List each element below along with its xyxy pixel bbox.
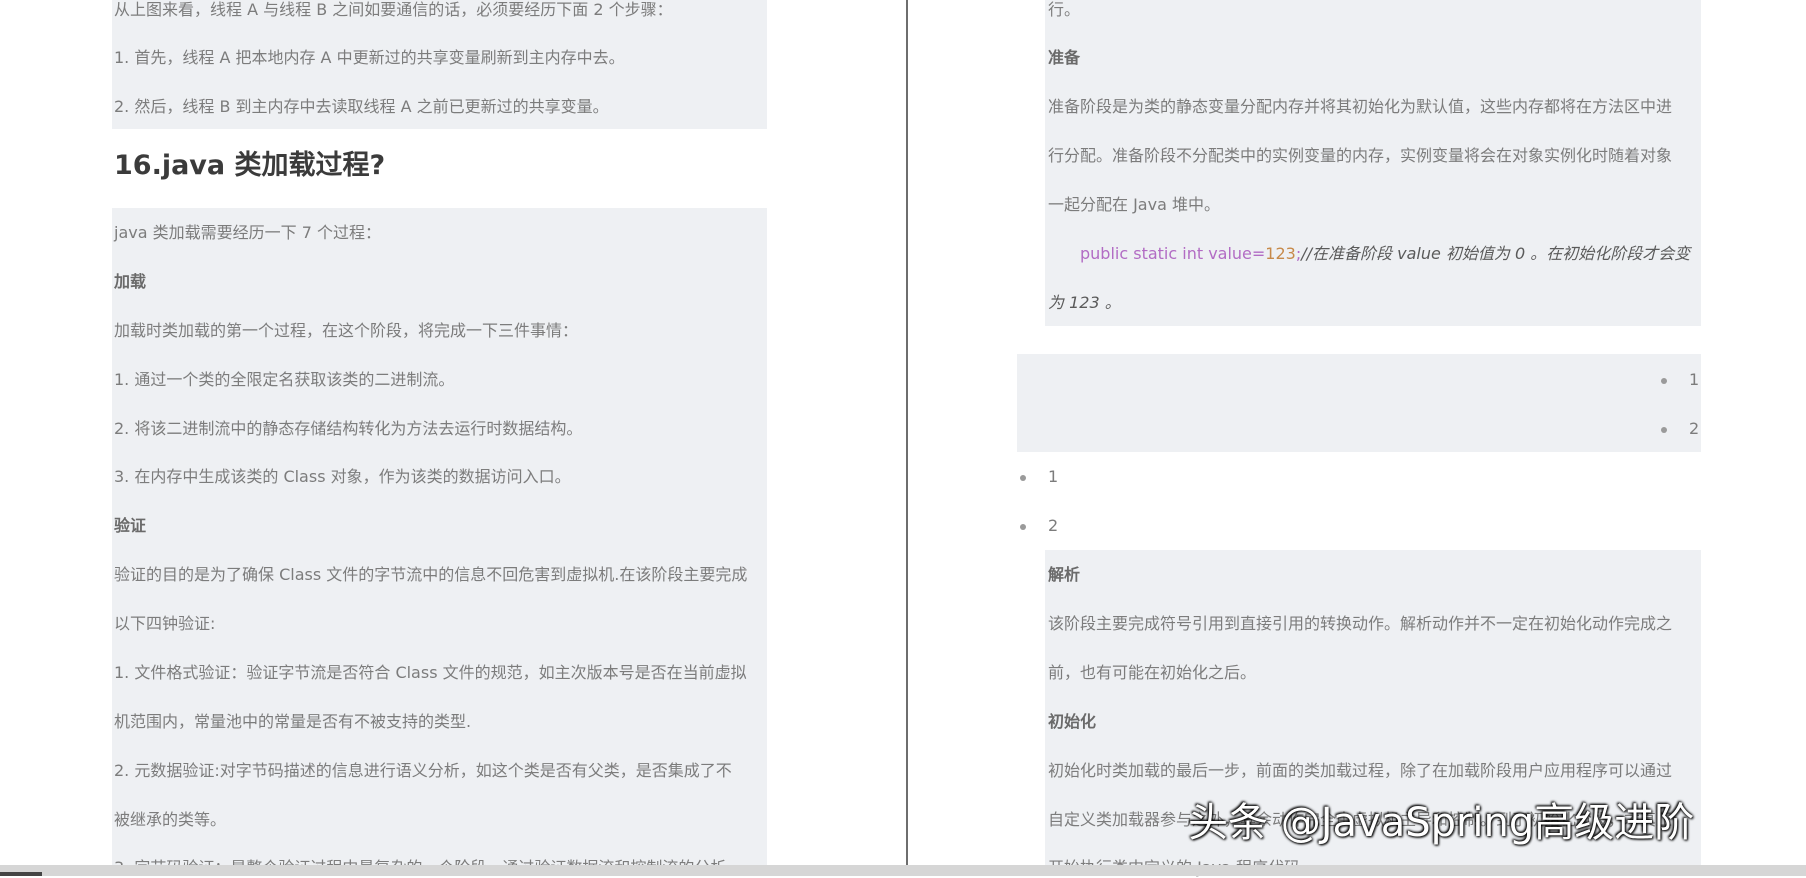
list-bullet bbox=[1661, 427, 1667, 433]
resolve-title: 解析 bbox=[1048, 565, 1081, 584]
code-keyword: public static int value= bbox=[1080, 244, 1266, 263]
verify-item-2-line-2: 被继承的类等。 bbox=[114, 810, 227, 829]
load-step-2: 2. 将该二进制流中的静态存储结构转化为方法去运行时数据结构。 bbox=[114, 419, 583, 438]
verify-title: 验证 bbox=[114, 516, 147, 535]
list-bullet bbox=[1661, 378, 1667, 384]
thread-step-1: 1. 首先，线程 A 把本地内存 A 中更新过的共享变量刷新到主内存中去。 bbox=[114, 48, 625, 67]
code-comment: //在准备阶段 value 初始值为 0 。在初始化阶段才会变 bbox=[1301, 244, 1691, 263]
verify-desc-line-2: 以下四钟验证: bbox=[114, 614, 216, 633]
list-bullet bbox=[1020, 475, 1026, 481]
thread-intro-text: 从上图来看，线程 A 与线程 B 之间如要通信的话，必须要经历下面 2 个步骤： bbox=[114, 0, 673, 19]
list-bullet bbox=[1020, 524, 1026, 530]
watermark-text: 头条 @JavaSpring高级进阶 bbox=[1188, 800, 1695, 846]
scrollbar-thumb[interactable] bbox=[0, 872, 42, 876]
code-comment-cont: 为 123 。 bbox=[1048, 293, 1121, 312]
verify-item-2-line-1: 2. 元数据验证:对字节码描述的信息进行语义分析，如这个类是否有父类，是否集成了… bbox=[114, 761, 732, 780]
page-divider bbox=[906, 0, 908, 876]
section-heading: 16.java 类加载过程? bbox=[114, 150, 386, 181]
code-number: 123 bbox=[1265, 244, 1296, 263]
load-step-1: 1. 通过一个类的全限定名获取该类的二进制流。 bbox=[114, 370, 455, 389]
code-line: public static int value=123;//在准备阶段 valu… bbox=[1080, 244, 1690, 264]
resolve-line-2: 前，也有可能在初始化之后。 bbox=[1048, 663, 1257, 682]
verify-item-1-line-2: 机范围内，常量池中的常量是否有不被支持的类型. bbox=[114, 712, 472, 731]
list-item: 1 bbox=[1048, 467, 1059, 486]
thread-step-2: 2. 然后，线程 B 到主内存中去读取线程 A 之前已更新过的共享变量。 bbox=[114, 97, 609, 116]
verify-item-1-line-1: 1. 文件格式验证：验证字节流是否符合 Class 文件的规范，如主次版本号是否… bbox=[114, 663, 747, 682]
horizontal-scrollbar[interactable] bbox=[0, 865, 1806, 876]
list-item: 2 bbox=[1689, 419, 1700, 438]
right-top-text: 行。 bbox=[1048, 0, 1081, 19]
right-list-panel bbox=[1017, 354, 1701, 452]
classload-intro: java 类加载需要经历一下 7 个过程： bbox=[114, 223, 381, 242]
load-step-3: 3. 在内存中生成该类的 Class 对象，作为该类的数据访问入口。 bbox=[114, 467, 571, 486]
resolve-line-1: 该阶段主要完成符号引用到直接引用的转换动作。解析动作并不一定在初始化动作完成之 bbox=[1048, 614, 1673, 633]
init-line-1: 初始化时类加载的最后一步，前面的类加载过程，除了在加载阶段用户应用程序可以通过 bbox=[1048, 761, 1673, 780]
load-title: 加载 bbox=[114, 272, 147, 291]
prepare-line-1: 准备阶段是为类的静态变量分配内存并将其初始化为默认值，这些内存都将在方法区中进 bbox=[1048, 97, 1673, 116]
list-item: 2 bbox=[1048, 516, 1059, 535]
verify-desc-line-1: 验证的目的是为了确保 Class 文件的字节流中的信息不回危害到虚拟机.在该阶段… bbox=[114, 565, 748, 584]
prepare-line-2: 行分配。准备阶段不分配类中的实例变量的内存，实例变量将会在对象实例化时随着对象 bbox=[1048, 146, 1673, 165]
prepare-line-3: 一起分配在 Java 堆中。 bbox=[1048, 195, 1220, 214]
list-item: 1 bbox=[1689, 370, 1700, 389]
init-title: 初始化 bbox=[1048, 712, 1097, 731]
load-desc: 加载时类加载的第一个过程，在这个阶段，将完成一下三件事情： bbox=[114, 321, 579, 340]
prepare-title: 准备 bbox=[1048, 48, 1081, 67]
